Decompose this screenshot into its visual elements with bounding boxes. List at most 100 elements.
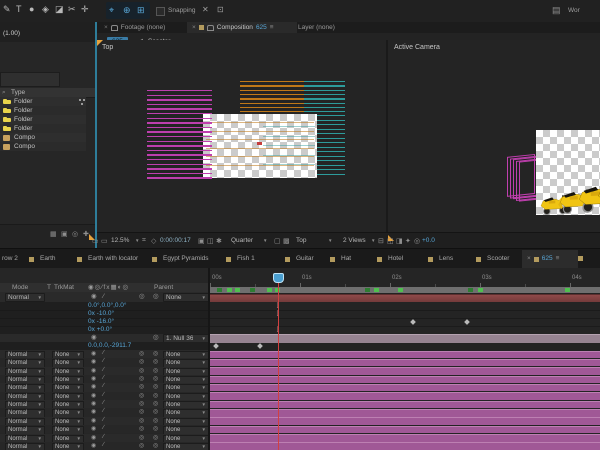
camera-point-of-interest[interactable]	[257, 142, 262, 145]
layer-bar-magenta[interactable]	[210, 367, 600, 375]
tab-composition-number[interactable]: 625	[256, 24, 267, 32]
parent-dropdown[interactable]: None▼	[163, 443, 209, 450]
timeline-layer-row[interactable]: Normal▼None▼◉∕◎◎None▼	[0, 375, 208, 383]
timeline-layer-row[interactable]: Normal▼None▼◉∕◎◎None▼	[0, 383, 208, 391]
quality-icon[interactable]: ∕	[103, 408, 104, 414]
motion-blur-icon[interactable]: ◎	[139, 367, 144, 374]
eye-icon[interactable]: ◉	[91, 350, 96, 357]
close-icon[interactable]: ×	[527, 255, 531, 263]
layer-bar-magenta[interactable]	[210, 401, 600, 409]
always-preview-icon[interactable]: ▭	[92, 237, 99, 245]
timeline-layer-row[interactable]: Normal▼None▼◉∕◎◎None▼	[0, 367, 208, 375]
main-view-icon[interactable]: ▭	[101, 237, 108, 245]
3d-layer-icon[interactable]: ◎	[153, 417, 158, 424]
timeline-layer-row[interactable]: Normal▼None▼◉∕◎◎None▼	[0, 434, 208, 442]
flowchart-icon[interactable]	[79, 99, 81, 101]
tab-composition-label[interactable]: Composition	[217, 24, 253, 32]
motion-blur-icon[interactable]: ◎	[139, 375, 144, 382]
layer-bar-magenta[interactable]	[210, 426, 600, 434]
layer-bar-magenta[interactable]	[210, 409, 600, 417]
project-row[interactable]: Folder	[0, 97, 86, 106]
quality-icon[interactable]: ∕	[103, 442, 104, 448]
snap-extend-icon[interactable]: ⊡	[217, 5, 224, 14]
camera-settings-icon[interactable]: ◎	[414, 237, 420, 245]
timeline-layer-row[interactable]: Normal▼None▼◉∕◎◎None▼	[0, 442, 208, 450]
eye-icon[interactable]: ◉	[91, 425, 96, 432]
tab-comp-earth-with-locator[interactable]: Earth with locator	[88, 255, 138, 262]
timeline-position-row[interactable]: 0.0,0.0,-2911.7	[0, 342, 208, 350]
eye-icon[interactable]: ◉	[91, 392, 96, 399]
timeline-layer-row[interactable]: Normal▼None▼◉∕◎◎None▼	[0, 392, 208, 400]
playhead-line[interactable]	[278, 283, 279, 450]
lock-icon[interactable]	[207, 25, 214, 31]
snapshot-icon[interactable]: ▣	[198, 237, 205, 245]
mode-column-header[interactable]: Mode	[12, 284, 28, 292]
workspace-label[interactable]: Wor	[568, 7, 580, 15]
quality-icon[interactable]: ∕	[103, 417, 104, 423]
parent-column-header[interactable]: Parent	[154, 284, 173, 292]
3d-layer-icon[interactable]: ◎	[153, 408, 158, 415]
tab-comp-lens[interactable]: Lens	[439, 255, 453, 262]
3d-layer-icon[interactable]: ◎	[153, 367, 158, 374]
layer-bar-magenta[interactable]	[210, 384, 600, 392]
type-column-header[interactable]: Type	[11, 89, 25, 97]
3d-layer-icon[interactable]: ◎	[153, 434, 158, 441]
tab-layer[interactable]: Layer (none)	[293, 22, 453, 33]
quality-icon[interactable]: ∕	[103, 358, 104, 364]
layer-bar-magenta[interactable]	[210, 376, 600, 384]
motion-blur-icon[interactable]: ◎	[139, 293, 145, 301]
channel-icon[interactable]: ✱	[216, 237, 222, 245]
quality-icon[interactable]: ∕	[103, 293, 104, 301]
region-of-interest-icon[interactable]: ▢	[274, 237, 281, 245]
3d-layer-icon[interactable]: ◎	[153, 350, 158, 357]
property-value[interactable]: 0x -10.0°	[88, 310, 114, 317]
project-search-field[interactable]	[0, 72, 60, 87]
project-footer-folder-icon[interactable]: ▣	[61, 230, 68, 238]
3d-layer-icon[interactable]: ◎	[153, 358, 158, 365]
eye-icon[interactable]: ◉	[91, 400, 96, 407]
quality-icon[interactable]: ∕	[103, 375, 104, 381]
motion-blur-icon[interactable]: ◎	[139, 417, 144, 424]
layer-bar-magenta[interactable]	[210, 434, 600, 442]
parent-dropdown[interactable]: None▼	[163, 293, 209, 302]
eye-icon[interactable]: ◉	[91, 417, 96, 424]
property-value[interactable]: 0.0°,0.0°,0.0°	[88, 302, 127, 309]
timeline-layer-row[interactable]: Normal▼None▼◉∕◎◎None▼	[0, 408, 208, 416]
timeline-layer-row[interactable]: Normal▼None▼◉∕◎◎None▼	[0, 350, 208, 358]
project-row[interactable]: Folder	[0, 115, 86, 124]
project-row[interactable]: Compo	[0, 133, 86, 142]
tab-comp-scooter[interactable]: Scooter	[487, 255, 509, 262]
trkmat-column-header[interactable]: TrkMat	[54, 284, 74, 292]
eye-icon[interactable]: ◉	[91, 375, 96, 382]
quality-icon[interactable]: ∕	[103, 350, 104, 356]
3d-layer-icon[interactable]: ◎	[153, 334, 159, 342]
project-footer-comp-icon[interactable]: ◎	[72, 230, 78, 238]
property-value[interactable]: 0x -16.0°	[88, 318, 114, 325]
tab-comp-egypt-pyramids[interactable]: Egypt Pyramids	[163, 255, 209, 262]
viewer-top[interactable]: Top	[97, 40, 386, 232]
layer-bar-magenta[interactable]	[210, 417, 600, 425]
tab-comp-guitar[interactable]: Guitar	[296, 255, 314, 262]
eraser-tool-icon[interactable]: ◪	[55, 4, 64, 15]
lock-icon[interactable]	[111, 25, 118, 31]
eye-icon[interactable]: ◉	[91, 408, 96, 415]
timeline-camera-row[interactable]: ◉ ◎ 1. Null 36▼	[0, 334, 208, 342]
eye-icon[interactable]: ◉	[91, 293, 97, 301]
switches-column-header[interactable]: ◉◎∕fx▦◐◎	[88, 284, 129, 292]
3d-layer-icon[interactable]: ◎	[153, 375, 158, 382]
motion-blur-icon[interactable]: ◎	[139, 434, 144, 441]
tab-footage[interactable]: × Footage (none)	[99, 22, 193, 33]
panel-menu-icon[interactable]: ≡	[270, 24, 274, 32]
quality-icon[interactable]: ∕	[103, 425, 104, 431]
playhead-marker[interactable]	[273, 273, 284, 283]
snapping-checkbox[interactable]	[156, 7, 165, 16]
quality-icon[interactable]: ∕	[103, 392, 104, 398]
tab-comp-row-2[interactable]: row 2	[2, 255, 18, 262]
fast-previews-icon[interactable]: ✦	[405, 237, 411, 245]
project-footer-delete-icon[interactable]: ✚	[83, 230, 89, 238]
eye-icon[interactable]: ◉	[91, 358, 96, 365]
workspace-icon[interactable]: ▤	[552, 5, 561, 16]
pen-tool-icon[interactable]: ✎	[3, 4, 11, 15]
motion-blur-icon[interactable]: ◎	[139, 358, 144, 365]
tab-comp-hotel[interactable]: Hotel	[388, 255, 403, 262]
